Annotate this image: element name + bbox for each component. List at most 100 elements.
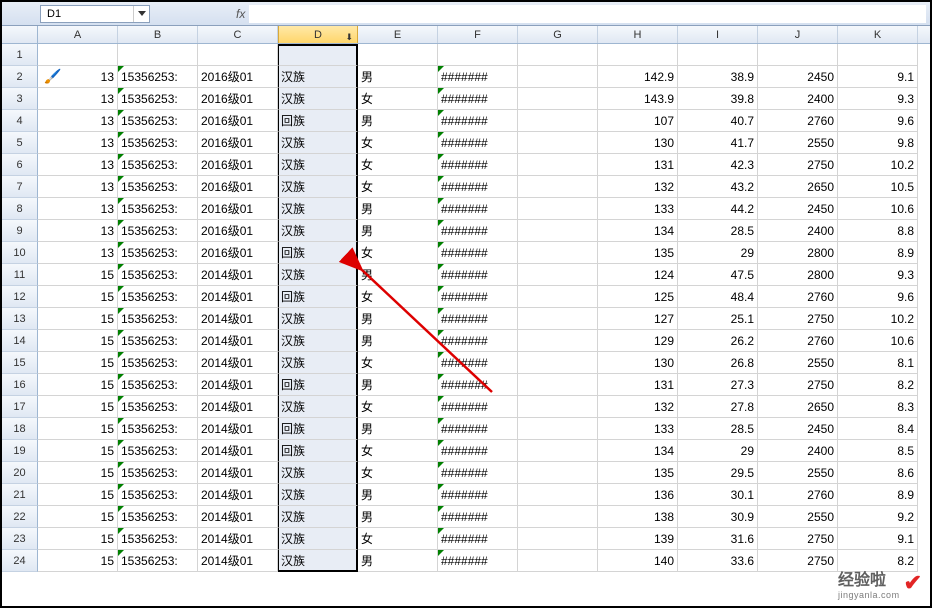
row-header[interactable]: 9 xyxy=(2,220,38,242)
cell[interactable]: 回族 xyxy=(278,110,358,132)
cell[interactable]: 2650 xyxy=(758,176,838,198)
cell[interactable]: ####### xyxy=(438,330,518,352)
cell[interactable]: 15 xyxy=(38,506,118,528)
cell[interactable]: 29.5 xyxy=(678,462,758,484)
cell[interactable]: ####### xyxy=(438,440,518,462)
row-header[interactable]: 19 xyxy=(2,440,38,462)
cell[interactable]: ####### xyxy=(438,462,518,484)
cell[interactable]: ####### xyxy=(438,396,518,418)
cell[interactable]: 15356253: xyxy=(118,308,198,330)
cell[interactable]: 2016级01 xyxy=(198,66,278,88)
cell[interactable]: 28.5 xyxy=(678,418,758,440)
cell[interactable]: 男 xyxy=(358,220,438,242)
cell[interactable]: 男 xyxy=(358,418,438,440)
col-header-E[interactable]: E xyxy=(358,26,438,43)
cell[interactable]: 13 xyxy=(38,176,118,198)
cell[interactable]: 125 xyxy=(598,286,678,308)
cell[interactable] xyxy=(518,286,598,308)
cell[interactable] xyxy=(118,44,198,66)
cell[interactable] xyxy=(518,110,598,132)
col-header-I[interactable]: I xyxy=(678,26,758,43)
cell[interactable]: 9.1 xyxy=(838,66,918,88)
cell[interactable]: 2014级01 xyxy=(198,550,278,572)
cell[interactable]: 2016级01 xyxy=(198,132,278,154)
cell[interactable]: 2450 xyxy=(758,198,838,220)
row-header[interactable]: 8 xyxy=(2,198,38,220)
select-all-corner[interactable] xyxy=(2,26,38,43)
cell[interactable]: 132 xyxy=(598,176,678,198)
cell[interactable]: 132 xyxy=(598,396,678,418)
cell[interactable]: 女 xyxy=(358,396,438,418)
cell[interactable]: 女 xyxy=(358,352,438,374)
cell[interactable]: 15 xyxy=(38,396,118,418)
cell[interactable]: 15356253: xyxy=(118,242,198,264)
cell[interactable] xyxy=(518,462,598,484)
cell[interactable] xyxy=(518,528,598,550)
row-header[interactable]: 18 xyxy=(2,418,38,440)
cell[interactable]: 31.6 xyxy=(678,528,758,550)
cell[interactable] xyxy=(518,330,598,352)
cell[interactable]: 26.2 xyxy=(678,330,758,352)
cell[interactable]: 131 xyxy=(598,374,678,396)
cell[interactable]: 143.9 xyxy=(598,88,678,110)
cell[interactable]: 15356253: xyxy=(118,506,198,528)
cell[interactable]: 133 xyxy=(598,198,678,220)
cell[interactable] xyxy=(518,44,598,66)
cell[interactable]: 129 xyxy=(598,330,678,352)
cell[interactable]: 10.2 xyxy=(838,308,918,330)
row-header[interactable]: 5 xyxy=(2,132,38,154)
cell[interactable]: 42.3 xyxy=(678,154,758,176)
cell[interactable]: 10.2 xyxy=(838,154,918,176)
cell[interactable]: 107 xyxy=(598,110,678,132)
cell[interactable]: 13 xyxy=(38,110,118,132)
cell[interactable]: 2016级01 xyxy=(198,220,278,242)
cell[interactable]: ####### xyxy=(438,286,518,308)
cell[interactable] xyxy=(38,44,118,66)
cell[interactable]: 回族 xyxy=(278,242,358,264)
cell[interactable]: 8.2 xyxy=(838,374,918,396)
col-header-C[interactable]: C xyxy=(198,26,278,43)
cell[interactable]: 30.1 xyxy=(678,484,758,506)
cell[interactable] xyxy=(518,198,598,220)
cell[interactable]: 8.9 xyxy=(838,242,918,264)
row-header[interactable]: 13 xyxy=(2,308,38,330)
cell[interactable]: 汉族 xyxy=(278,550,358,572)
cell[interactable]: 130 xyxy=(598,132,678,154)
cell[interactable] xyxy=(758,44,838,66)
cell[interactable]: 9.6 xyxy=(838,110,918,132)
cell[interactable]: 汉族 xyxy=(278,220,358,242)
cell[interactable]: 汉族 xyxy=(278,308,358,330)
cell[interactable]: 15 xyxy=(38,374,118,396)
cell[interactable]: 汉族 xyxy=(278,352,358,374)
cell[interactable]: 女 xyxy=(358,132,438,154)
cell[interactable]: 男 xyxy=(358,330,438,352)
cell[interactable]: 2016级01 xyxy=(198,242,278,264)
row-header[interactable]: 3 xyxy=(2,88,38,110)
cell[interactable]: 汉族 xyxy=(278,528,358,550)
cell[interactable] xyxy=(518,264,598,286)
cell[interactable]: 汉族 xyxy=(278,176,358,198)
cell[interactable] xyxy=(438,44,518,66)
cell[interactable]: 2016级01 xyxy=(198,88,278,110)
col-header-D[interactable]: D⬇ xyxy=(278,26,358,43)
cell[interactable]: 男 xyxy=(358,264,438,286)
cell[interactable]: 2760 xyxy=(758,330,838,352)
cell[interactable]: ####### xyxy=(438,506,518,528)
cell[interactable] xyxy=(358,44,438,66)
cell[interactable]: 2014级01 xyxy=(198,462,278,484)
cell[interactable]: 2014级01 xyxy=(198,330,278,352)
cell[interactable]: 汉族 xyxy=(278,462,358,484)
formula-bar[interactable] xyxy=(249,5,926,23)
cell[interactable]: 29 xyxy=(678,440,758,462)
cell[interactable] xyxy=(518,132,598,154)
cell[interactable]: ####### xyxy=(438,220,518,242)
cell[interactable]: ####### xyxy=(438,484,518,506)
cell[interactable]: 2014级01 xyxy=(198,506,278,528)
cell[interactable]: 133 xyxy=(598,418,678,440)
cell[interactable]: 15356253: xyxy=(118,154,198,176)
cell[interactable]: 15 xyxy=(38,440,118,462)
col-header-J[interactable]: J xyxy=(758,26,838,43)
cell[interactable]: 15356253: xyxy=(118,396,198,418)
cell[interactable]: 男 xyxy=(358,374,438,396)
cell[interactable]: 2800 xyxy=(758,242,838,264)
